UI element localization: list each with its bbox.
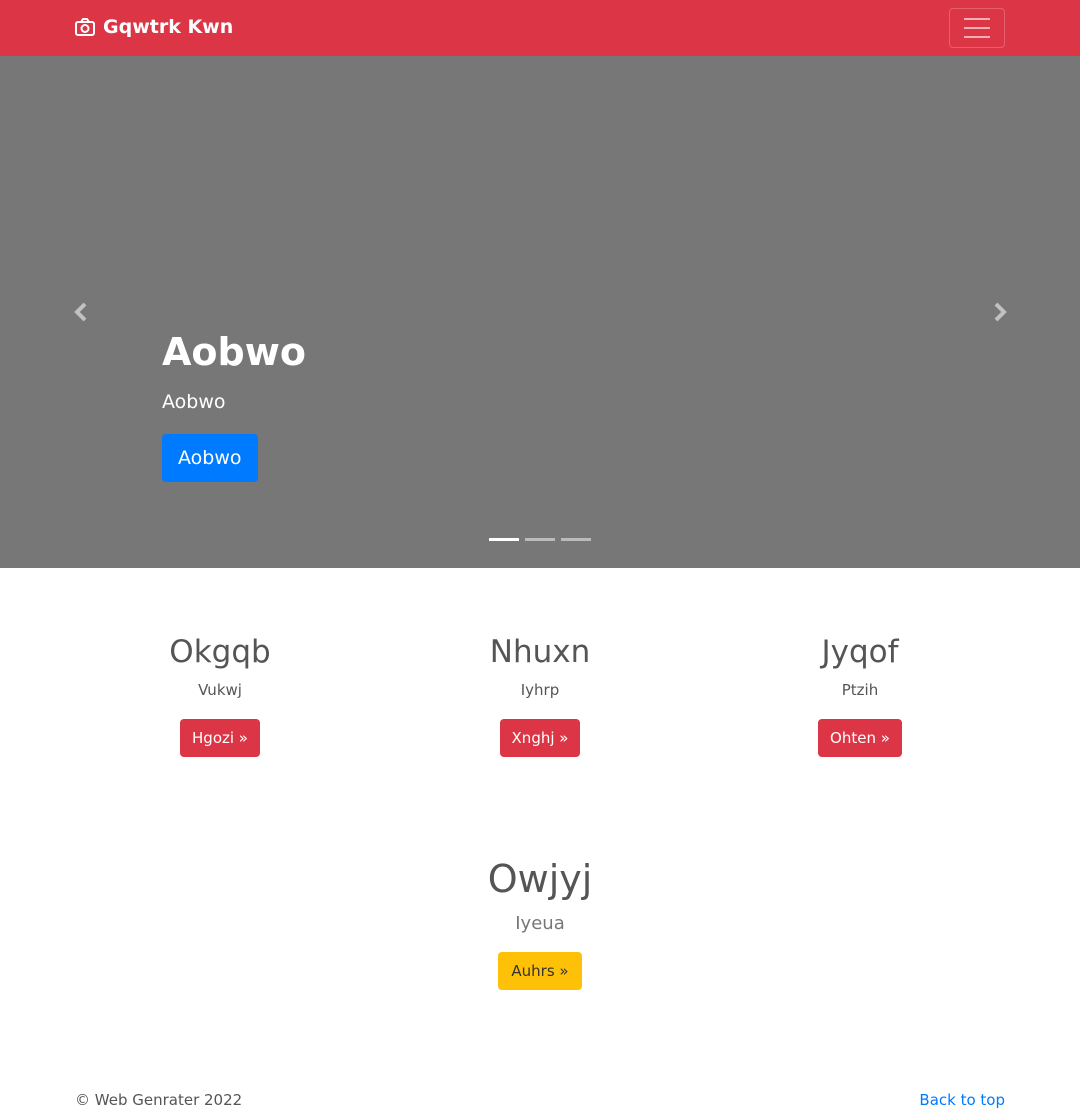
- feature-column: Nhuxn Iyhrp Xnghj »: [380, 632, 700, 757]
- chevron-left-icon: [74, 302, 87, 322]
- feature-text: Iyhrp: [520, 681, 560, 699]
- feature-column: Jyqof Ptzih Ohten »: [700, 632, 1020, 757]
- promo-text: Iyeua: [515, 913, 565, 934]
- promo-button[interactable]: Auhrs »: [498, 952, 582, 990]
- feature-text: Vukwj: [198, 681, 242, 699]
- carousel-indicator-3[interactable]: [561, 538, 591, 541]
- carousel-indicator-2[interactable]: [525, 538, 555, 541]
- navbar-toggler-button[interactable]: [949, 8, 1005, 48]
- feature-title: Okgqb: [169, 634, 271, 670]
- carousel-caption: Aobwo Aobwo Aobwo: [162, 328, 306, 482]
- carousel-indicators: [489, 538, 591, 541]
- carousel-next-button[interactable]: [987, 300, 1011, 324]
- chevron-right-icon: [994, 302, 1007, 322]
- brand-link[interactable]: Gqwtrk Kwn: [75, 16, 233, 38]
- features-row: Okgqb Vukwj Hgozi » Nhuxn Iyhrp Xnghj » …: [60, 632, 1020, 757]
- hero-carousel: Aobwo Aobwo Aobwo: [0, 56, 1080, 568]
- footer-copyright: © Web Genrater 2022: [75, 1091, 243, 1109]
- feature-title: Jyqof: [821, 634, 899, 670]
- hamburger-menu-icon: [964, 18, 990, 20]
- feature-column: Okgqb Vukwj Hgozi »: [60, 632, 380, 757]
- carousel-prev-button[interactable]: [70, 300, 94, 324]
- carousel-cta-button[interactable]: Aobwo: [162, 434, 258, 482]
- carousel-title: Aobwo: [162, 330, 306, 374]
- promo-section: Owjyj Iyeua Auhrs »: [0, 856, 1080, 990]
- feature-title: Nhuxn: [489, 634, 591, 670]
- feature-button[interactable]: Ohten »: [818, 719, 902, 757]
- feature-button[interactable]: Xnghj »: [499, 719, 581, 757]
- camera-icon: [75, 18, 95, 36]
- carousel-indicator-1[interactable]: [489, 538, 519, 541]
- navbar: Gqwtrk Kwn: [0, 0, 1080, 56]
- feature-text: Ptzih: [841, 681, 879, 699]
- promo-title: Owjyj: [487, 857, 593, 901]
- carousel-subtitle: Aobwo: [162, 391, 226, 413]
- back-to-top-link[interactable]: Back to top: [919, 1090, 1005, 1110]
- feature-button[interactable]: Hgozi »: [180, 719, 260, 757]
- brand-name: Gqwtrk Kwn: [103, 16, 234, 38]
